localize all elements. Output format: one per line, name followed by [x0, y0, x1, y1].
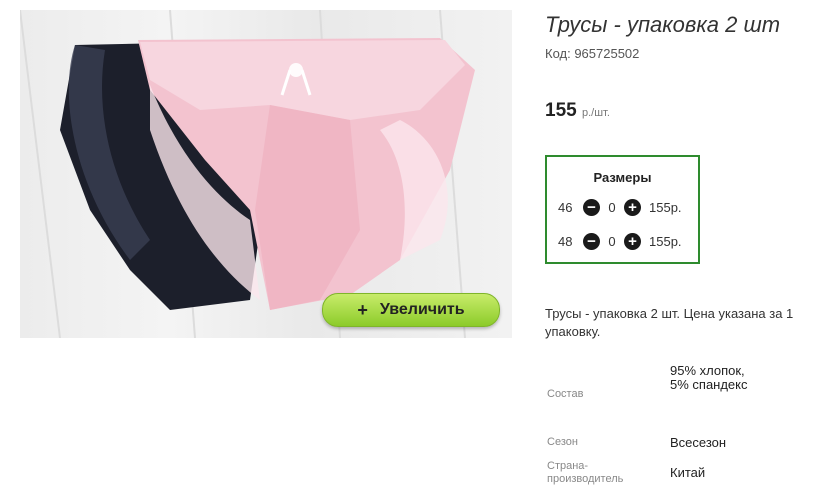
attr-label-composition: Состав [547, 388, 584, 400]
attr-value-country: Китай [670, 465, 706, 480]
size-price: 155р. [649, 233, 682, 249]
plus-icon: + [357, 299, 368, 320]
minus-icon[interactable]: − [583, 232, 600, 250]
sizes-box: Размеры 46 − 0 + 155р. 48 − 0 + 155р. [545, 155, 700, 264]
size-label: 48 [558, 233, 573, 249]
attr-value-composition: 95% хлопок, 5% спандекс [670, 363, 748, 392]
minus-icon[interactable]: − [583, 198, 600, 216]
price-unit: р./шт. [581, 107, 610, 119]
product-title: Трусы - упаковка 2 шт [545, 12, 781, 37]
price-value: 155 [545, 100, 577, 121]
product-code: Код: 965725502 [545, 46, 640, 61]
quantity-value: 0 [608, 233, 616, 249]
quantity-value: 0 [608, 199, 616, 215]
attr-label-season: Сезон [547, 436, 578, 448]
product-description: Трусы - упаковка 2 шт. Цена указана за 1… [545, 306, 794, 339]
product-photo-illustration [20, 10, 475, 338]
plus-icon[interactable]: + [624, 232, 641, 250]
product-price: 155 р./шт. [545, 100, 610, 122]
product-image[interactable]: + Увеличить [20, 10, 512, 338]
attr-value-season: Всесезон [670, 435, 727, 450]
plus-icon[interactable]: + [624, 198, 641, 216]
zoom-button-label: Увеличить [379, 301, 465, 318]
size-price: 155р. [649, 199, 682, 215]
zoom-button[interactable]: + Увеличить [322, 293, 500, 327]
size-row: 46 − 0 + 155р. [558, 197, 682, 217]
attr-label-country: Страна-производитель [547, 460, 624, 485]
sizes-title: Размеры [593, 170, 652, 185]
size-row: 48 − 0 + 155р. [558, 231, 682, 251]
size-label: 46 [558, 199, 573, 215]
